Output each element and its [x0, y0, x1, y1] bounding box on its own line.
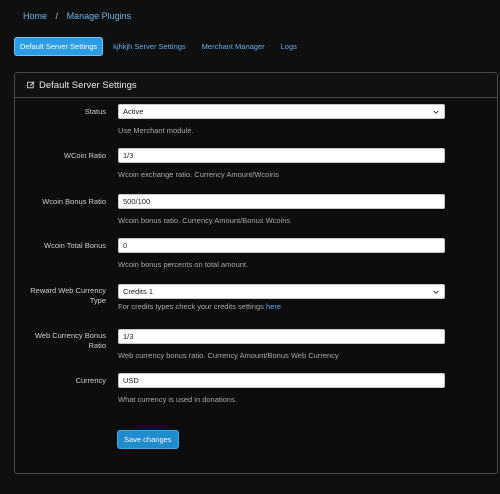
web-currency-bonus-ratio-input[interactable]: 1/3: [118, 329, 445, 344]
chevron-down-icon: [433, 110, 439, 114]
breadcrumb-home-link[interactable]: Home: [23, 11, 47, 21]
wcoin-ratio-help: Wcoin exchange ratio. Currency Amount/Wc…: [118, 170, 279, 179]
wcoin-total-bonus-label: Wcoin Total Bonus: [44, 241, 106, 250]
tab-default-server-settings[interactable]: Default Server Settings: [14, 37, 104, 56]
status-select[interactable]: Active: [118, 104, 445, 119]
web-currency-bonus-ratio-label: Web Currency Bonus Ratio: [26, 331, 106, 351]
reward-web-currency-type-label: Reward Web Currency Type: [26, 286, 106, 306]
reward-web-currency-type-select[interactable]: Credits 1: [118, 284, 445, 299]
status-select-value: Active: [123, 107, 144, 116]
settings-tabs: Default Server Settings kjhkjh Server Se…: [14, 37, 307, 56]
currency-input[interactable]: USD: [118, 373, 445, 388]
breadcrumb-current[interactable]: Manage Plugins: [67, 11, 132, 21]
web-bonus-label-line2: Ratio: [88, 341, 106, 350]
wcoin-total-bonus-help: Wcoin bonus percents on total amount.: [118, 260, 249, 269]
settings-card: Default Server Settings Status Active Us…: [14, 72, 498, 474]
chevron-down-icon: [433, 290, 439, 294]
wcoin-bonus-ratio-help: Wcoin bonus ratio. Currency Amount/Bonus…: [118, 216, 291, 225]
reward-label-line1: Reward Web Currency: [30, 286, 106, 295]
tab-logs[interactable]: Logs: [275, 37, 303, 56]
card-title: Default Server Settings: [39, 79, 137, 91]
web-currency-bonus-ratio-help: Web currency bonus ratio. Currency Amoun…: [118, 351, 339, 360]
edit-icon: [27, 81, 35, 89]
web-bonus-label-line1: Web Currency Bonus: [34, 331, 106, 340]
wcoin-bonus-ratio-input[interactable]: 500/100: [118, 194, 445, 209]
save-changes-button[interactable]: Save changes: [117, 430, 179, 449]
status-help: Use Merchant module.: [118, 126, 194, 135]
currency-help: What currency is used in donations.: [118, 395, 237, 404]
breadcrumb: Home / Manage Plugins: [23, 11, 131, 21]
reward-select-value: Credits 1: [123, 287, 154, 296]
wcoin-bonus-ratio-label: Wcoin Bonus Ratio: [42, 197, 106, 206]
status-label: Status: [84, 107, 106, 116]
credits-settings-link[interactable]: here: [266, 302, 281, 311]
wcoin-ratio-input[interactable]: 1/3: [118, 148, 445, 163]
wcoin-total-bonus-input[interactable]: 0: [118, 238, 445, 253]
wcoin-ratio-label: WCoin Ratio: [63, 151, 106, 160]
reward-help-text: For credits types check your credits set…: [118, 302, 264, 311]
currency-label: Currency: [75, 376, 106, 385]
tab-kjhkjh-server-settings[interactable]: kjhkjh Server Settings: [107, 37, 192, 56]
reward-web-currency-type-help: For credits types check your credits set…: [118, 302, 281, 311]
breadcrumb-separator: /: [55, 11, 59, 21]
tab-merchant-manager[interactable]: Merchant Manager: [196, 37, 271, 56]
reward-label-line2: Type: [89, 296, 106, 305]
card-header: Default Server Settings: [15, 73, 497, 98]
